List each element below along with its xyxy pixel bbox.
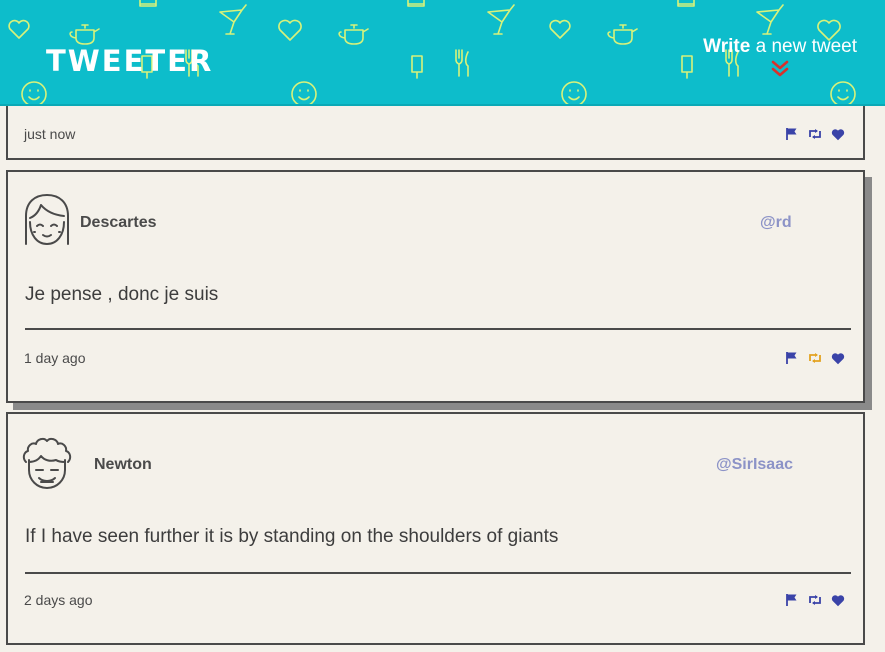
cake-pattern-icon [407, 0, 425, 7]
tweet-actions [785, 351, 845, 365]
compose-tweet-button[interactable]: Write a new tweet [703, 36, 857, 78]
heart-icon[interactable] [831, 352, 845, 365]
author-handle[interactable]: @SirIsaac [716, 456, 793, 474]
cocktail-pattern-icon [219, 4, 247, 35]
heart-pattern-icon [8, 19, 30, 39]
flag-icon[interactable] [785, 593, 799, 607]
tweet-timestamp: just now [24, 126, 76, 142]
cocktail-pattern-icon [487, 4, 515, 35]
tweet-timestamp: 2 days ago [24, 592, 93, 608]
tweeter-page: just now Descartes @rd Je pense , donc j… [0, 0, 885, 652]
double-chevron-down-icon [771, 60, 789, 77]
heart-icon[interactable] [831, 594, 845, 607]
compose-label-rest: a new tweet [750, 36, 857, 57]
cutlery-pattern-icon [455, 49, 469, 77]
tweet-header: Newton @SirIsaac [20, 434, 851, 494]
curly-hair-avatar-icon [22, 437, 72, 489]
teapot-pattern-icon [338, 24, 369, 45]
teapot-pattern-icon [69, 24, 100, 45]
popsicle-pattern-icon [681, 55, 693, 79]
retweet-icon[interactable] [807, 593, 823, 607]
heart-pattern-icon [549, 19, 571, 39]
tweet-actions [785, 127, 845, 141]
smiley-pattern-icon [291, 81, 317, 104]
compose-label-strong: Write [703, 36, 751, 57]
retweet-icon[interactable] [807, 127, 823, 141]
divider [25, 328, 851, 330]
author-handle[interactable]: @rd [760, 214, 792, 232]
heart-icon[interactable] [831, 128, 845, 141]
tweet-timestamp: 1 day ago [24, 350, 86, 366]
author-name: Descartes [80, 214, 157, 231]
girl-avatar-icon [25, 194, 69, 245]
heart-pattern-icon [278, 19, 302, 41]
tweet-actions [785, 593, 845, 607]
flag-icon[interactable] [785, 127, 799, 141]
smiley-pattern-icon [830, 81, 856, 104]
tweet-content: Je pense , donc je suis [25, 284, 219, 305]
cake-pattern-icon [677, 0, 695, 7]
cake-pattern-icon [139, 0, 157, 7]
smiley-pattern-icon [561, 81, 587, 104]
divider [25, 572, 851, 574]
tweet-card: Newton @SirIsaac If I have seen further … [6, 412, 865, 645]
flag-icon[interactable] [785, 351, 799, 365]
popsicle-pattern-icon [411, 55, 423, 79]
retweet-icon[interactable] [807, 351, 823, 365]
cocktail-pattern-icon [756, 4, 784, 35]
teapot-pattern-icon [607, 24, 638, 45]
tweet-header: Descartes @rd [20, 192, 851, 252]
smiley-pattern-icon [21, 81, 47, 104]
tweet-card: Descartes @rd Je pense , donc je suis 1 … [6, 170, 865, 403]
top-nav: TWEETER Write a new tweet [0, 0, 885, 106]
author-name: Newton [94, 456, 152, 473]
tweet-content: If I have seen further it is by standing… [25, 526, 559, 547]
app-logo[interactable]: TWEETER [46, 44, 213, 78]
